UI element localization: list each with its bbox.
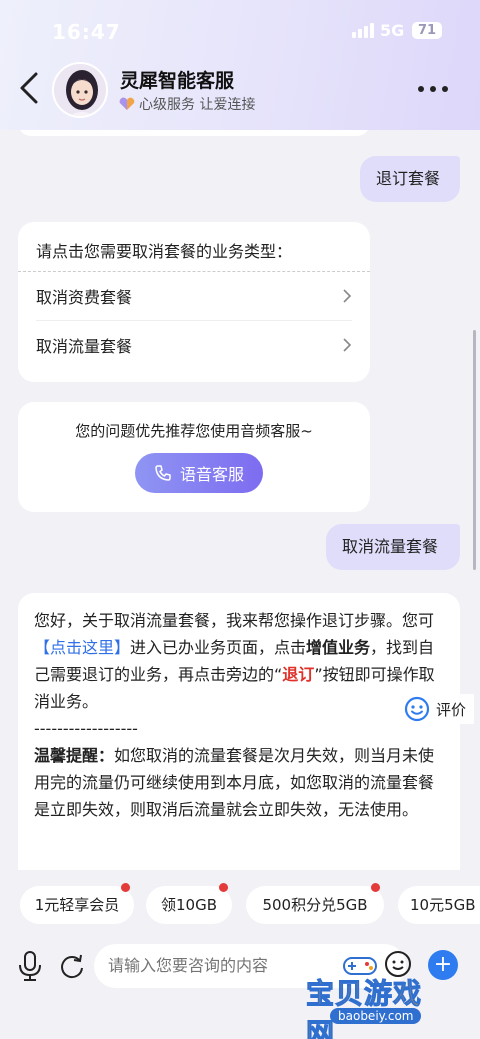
quick-chip-bar: 1元轻享会员 领10GB 500积分兑5GB 10元5GB	[0, 883, 480, 926]
answer-text: 您好，关于取消流量套餐，我来帮您操作退订步骤。您可	[34, 611, 435, 630]
user-message-text: 取消流量套餐	[342, 537, 439, 556]
voice-prompt: 您的问题优先推荐您使用音频客服~	[75, 422, 313, 440]
quick-chip[interactable]: 1元轻享会员	[20, 883, 134, 924]
phone-icon	[155, 465, 171, 481]
smiley-icon	[404, 696, 430, 722]
agent-avatar	[52, 62, 108, 118]
microphone-icon[interactable]	[16, 950, 44, 982]
menu-item-cancel-plan[interactable]: 取消资费套餐	[36, 272, 352, 320]
page-title: 灵犀智能客服	[120, 70, 235, 92]
signal-icon	[352, 22, 374, 38]
menu-item-label: 取消流量套餐	[36, 336, 133, 356]
status-time: 16:47	[52, 20, 121, 44]
user-message-text: 退订套餐	[376, 169, 441, 188]
refresh-icon[interactable]	[58, 952, 86, 980]
user-message-2: 取消流量套餐	[326, 524, 460, 570]
new-badge	[219, 883, 228, 892]
status-bar: 16:47 5G 71	[0, 0, 480, 60]
more-options-icon[interactable]	[418, 82, 458, 96]
answer-divider: ------------------	[34, 719, 138, 738]
previous-message-tail	[18, 130, 370, 136]
back-arrow-icon[interactable]	[14, 68, 46, 108]
page-subtitle: 心级服务 让爱连接	[118, 94, 255, 114]
menu-card: 请点击您需要取消套餐的业务类型： 取消资费套餐 取消流量套餐	[18, 222, 370, 382]
new-badge	[371, 883, 380, 892]
quick-chip[interactable]: 500积分兑5GB	[246, 883, 384, 924]
menu-prompt: 请点击您需要取消套餐的业务类型：	[18, 222, 370, 272]
subtitle-text: 心级服务 让爱连接	[139, 97, 256, 113]
new-badge	[121, 883, 130, 892]
chat-area[interactable]: 退订套餐 请点击您需要取消套餐的业务类型： 取消资费套餐 取消流量套餐 您的问题…	[0, 130, 480, 870]
answer-bold-text: 增值业务	[306, 638, 371, 657]
voice-service-button[interactable]: 语音客服	[135, 453, 263, 493]
heart-icon	[119, 97, 135, 110]
rate-label: 评价	[436, 700, 467, 719]
answer-text: 进入已办业务页面，点击	[130, 638, 307, 657]
tip-paragraph: 温馨提醒：如您取消的流量套餐是次月失效，则当月未使用完的流量仍可继续使用到本月底…	[34, 742, 444, 823]
quick-chip[interactable]: 10元5GB	[398, 886, 480, 924]
unsubscribe-highlight: 退订	[282, 665, 315, 684]
voice-service-card: 您的问题优先推荐您使用音频客服~ 语音客服	[18, 402, 370, 512]
avatar-icon	[54, 64, 106, 116]
network-type: 5G	[380, 21, 405, 40]
voice-button-label: 语音客服	[179, 465, 244, 484]
watermark-main: 宝贝游戏网	[306, 977, 423, 1039]
chevron-right-icon	[343, 289, 352, 303]
chip-label: 领10GB	[160, 896, 217, 914]
menu-item-cancel-data[interactable]: 取消流量套餐	[36, 320, 352, 368]
battery-icon: 71	[412, 22, 442, 39]
chevron-right-icon	[343, 337, 352, 352]
scrollbar[interactable]	[473, 330, 476, 570]
navigation-bar: 灵犀智能客服 心级服务 让爱连接	[0, 60, 480, 120]
chip-label: 10元5GB	[410, 896, 476, 914]
menu-item-label: 取消资费套餐	[36, 288, 133, 307]
rate-button[interactable]: 评价	[404, 694, 475, 724]
user-message-1: 退订套餐	[360, 156, 460, 202]
answer-paragraph: 您好，关于取消流量套餐，我来帮您操作退订步骤。您可【点击这里】进入已办业务页面，…	[34, 607, 444, 715]
tip-label: 温馨提醒：	[34, 746, 115, 765]
watermark-sub: baobeiy.com	[330, 1008, 422, 1024]
chip-label: 1元轻享会员	[34, 896, 120, 914]
click-here-link[interactable]: 【点击这里】	[34, 638, 130, 657]
answer-card: 您好，关于取消流量套餐，我来帮您操作退订步骤。您可【点击这里】进入已办业务页面，…	[18, 593, 460, 870]
chip-label: 500积分兑5GB	[262, 896, 368, 914]
quick-chip[interactable]: 领10GB	[146, 883, 232, 924]
watermark-logo: 宝贝游戏网 baobeiy.com	[300, 957, 450, 1039]
